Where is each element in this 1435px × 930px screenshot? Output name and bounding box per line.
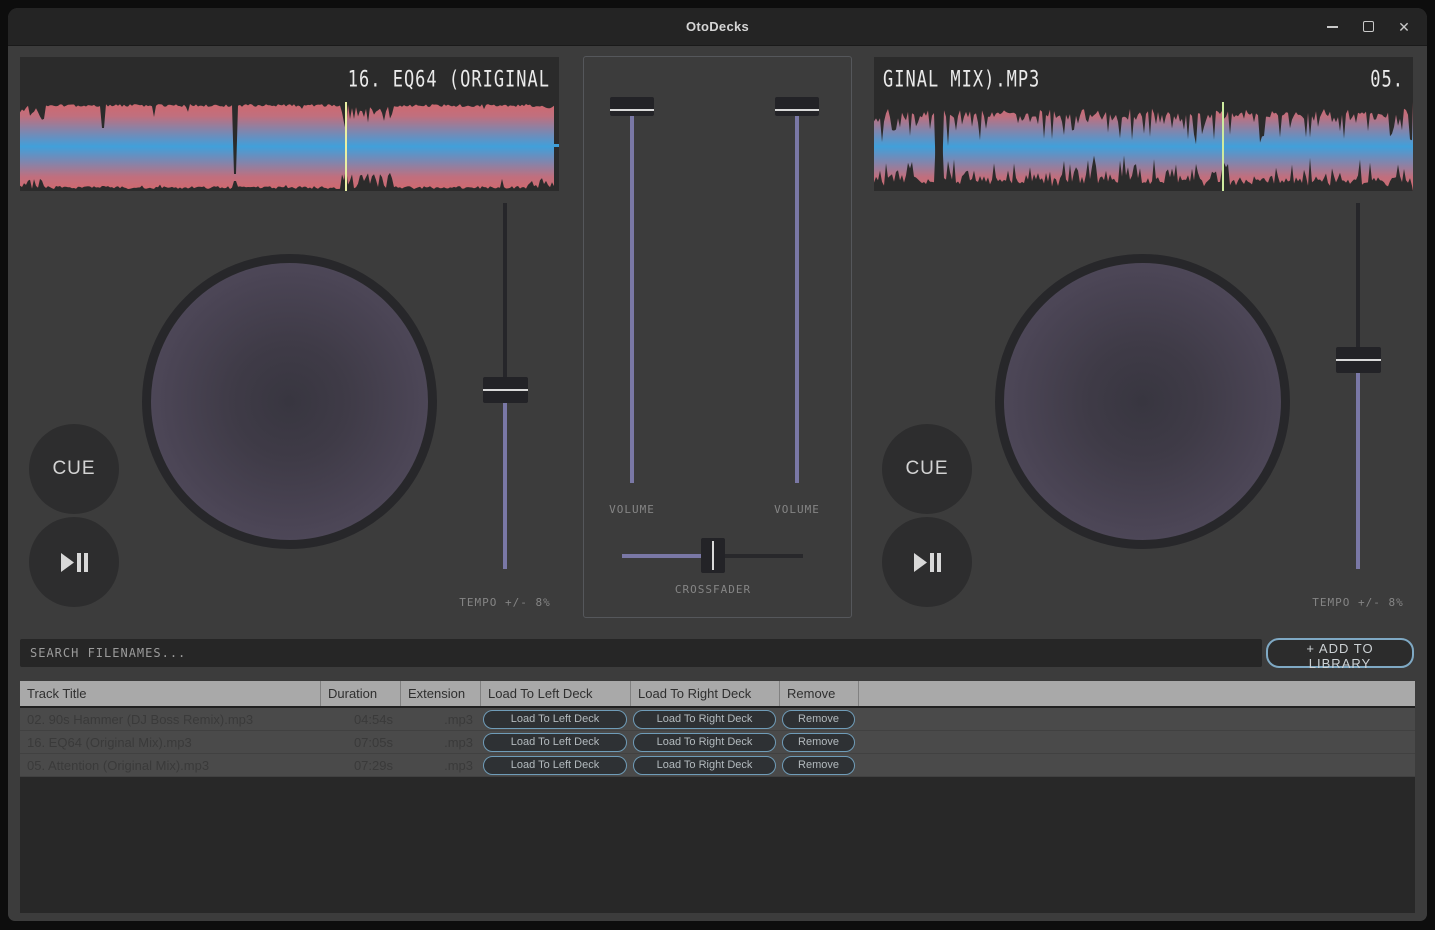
track-title-cell: 16. EQ64 (Original Mix).mp3 (20, 735, 320, 750)
titlebar[interactable]: OtoDecks ✕ (8, 8, 1427, 46)
right-deck-track-title-tail: 05. (1370, 67, 1404, 93)
right-cue-button[interactable]: CUE (882, 424, 972, 514)
mixer-panel (583, 56, 852, 618)
maximize-button[interactable] (1361, 20, 1375, 34)
right-tempo-label: TEMPO +/- 8% (1298, 596, 1418, 609)
crossfader-handle[interactable] (701, 538, 725, 573)
load-left-deck-button[interactable]: Load To Left Deck (483, 733, 627, 752)
track-extension-cell: .mp3 (400, 758, 480, 773)
load-right-deck-button-cell: Load To Right Deck (630, 710, 779, 729)
play-pause-icon (914, 553, 941, 572)
column-header[interactable]: Load To Left Deck (480, 681, 630, 706)
right-deck-playhead (1222, 102, 1224, 191)
library-table: Track TitleDurationExtensionLoad To Left… (20, 681, 1415, 913)
column-header[interactable]: Track Title (20, 681, 320, 706)
crossfader-fill (622, 554, 713, 558)
right-play-pause-button[interactable] (882, 517, 972, 607)
minimize-icon (1327, 26, 1338, 28)
load-left-deck-button-cell: Load To Left Deck (480, 733, 630, 752)
screen: OtoDecks ✕ 16. EQ64 (ORIGINAL (0, 0, 1435, 930)
crossfader-track[interactable] (713, 554, 803, 558)
left-volume-slider-handle[interactable] (610, 97, 654, 116)
column-header[interactable]: Extension (400, 681, 480, 706)
right-tempo-slider-fill (1356, 360, 1360, 569)
library-table-header: Track TitleDurationExtensionLoad To Left… (20, 681, 1415, 708)
play-pause-icon (61, 553, 88, 572)
left-play-pause-button[interactable] (29, 517, 119, 607)
app-window: OtoDecks ✕ 16. EQ64 (ORIGINAL (8, 8, 1427, 921)
remove-button-cell: Remove (779, 733, 858, 752)
remove-button-cell: Remove (779, 710, 858, 729)
right-waveform-graphic (874, 102, 1413, 191)
right-volume-slider-fill (795, 106, 799, 483)
left-tempo-slider-fill (503, 390, 507, 569)
column-header[interactable]: Duration (320, 681, 400, 706)
track-title-cell: 02. 90s Hammer (DJ Boss Remix).mp3 (20, 712, 320, 727)
column-header[interactable]: Remove (779, 681, 858, 706)
track-extension-cell: .mp3 (400, 735, 480, 750)
load-right-deck-button[interactable]: Load To Right Deck (633, 710, 776, 729)
left-cue-button[interactable]: CUE (29, 424, 119, 514)
column-header-filler (858, 681, 1415, 706)
window-title: OtoDecks (8, 8, 1427, 45)
right-deck-track-title: GINAL MIX).MP3 (883, 67, 1040, 93)
table-row[interactable]: 02. 90s Hammer (DJ Boss Remix).mp304:54s… (20, 708, 1415, 731)
column-header[interactable]: Load To Right Deck (630, 681, 779, 706)
load-right-deck-button-cell: Load To Right Deck (630, 756, 779, 775)
left-deck-title-row: 16. EQ64 (ORIGINAL (20, 57, 559, 102)
maximize-icon (1363, 21, 1374, 32)
search-input[interactable] (20, 639, 1262, 667)
left-waveform-endcap-tick (553, 144, 559, 147)
load-left-deck-button-cell: Load To Left Deck (480, 756, 630, 775)
load-right-deck-button-cell: Load To Right Deck (630, 733, 779, 752)
left-jog-wheel[interactable] (142, 254, 437, 549)
right-cue-label: CUE (905, 458, 948, 480)
right-tempo-slider-handle[interactable] (1336, 347, 1381, 373)
remove-button[interactable]: Remove (782, 733, 855, 752)
right-deck-waveform (874, 102, 1413, 191)
remove-button[interactable]: Remove (782, 710, 855, 729)
left-volume-slider-fill (630, 106, 634, 483)
left-waveform-graphic (20, 102, 554, 191)
right-deck-waveform-display: GINAL MIX).MP3 05. (874, 57, 1413, 191)
load-right-deck-button[interactable]: Load To Right Deck (633, 733, 776, 752)
left-deck-waveform (20, 102, 554, 191)
left-volume-label: VOLUME (582, 503, 682, 516)
track-duration-cell: 07:29s (320, 758, 400, 773)
right-deck-title-row: GINAL MIX).MP3 05. (874, 57, 1413, 102)
left-deck-waveform-display: 16. EQ64 (ORIGINAL (20, 57, 559, 191)
load-right-deck-button[interactable]: Load To Right Deck (633, 756, 776, 775)
left-cue-label: CUE (52, 458, 95, 480)
load-left-deck-button[interactable]: Load To Left Deck (483, 710, 627, 729)
track-duration-cell: 04:54s (320, 712, 400, 727)
crossfader-label: CROSSFADER (653, 583, 773, 596)
table-row[interactable]: 05. Attention (Original Mix).mp307:29s.m… (20, 754, 1415, 777)
track-title-cell: 05. Attention (Original Mix).mp3 (20, 758, 320, 773)
add-to-library-button[interactable]: + ADD TO LIBRARY (1266, 638, 1414, 668)
right-volume-slider-handle[interactable] (775, 97, 819, 116)
table-row[interactable]: 16. EQ64 (Original Mix).mp307:05s.mp3Loa… (20, 731, 1415, 754)
load-left-deck-button-cell: Load To Left Deck (480, 710, 630, 729)
track-extension-cell: .mp3 (400, 712, 480, 727)
remove-button[interactable]: Remove (782, 756, 855, 775)
main-content: 16. EQ64 (ORIGINAL CUE (8, 46, 1427, 921)
right-volume-label: VOLUME (747, 503, 847, 516)
remove-button-cell: Remove (779, 756, 858, 775)
left-deck-playhead (345, 102, 347, 191)
load-left-deck-button[interactable]: Load To Left Deck (483, 756, 627, 775)
track-duration-cell: 07:05s (320, 735, 400, 750)
left-deck-track-title: 16. EQ64 (ORIGINAL (348, 67, 550, 93)
left-tempo-label: TEMPO +/- 8% (445, 596, 565, 609)
left-tempo-slider-handle[interactable] (483, 377, 528, 403)
library-table-body: 02. 90s Hammer (DJ Boss Remix).mp304:54s… (20, 708, 1415, 777)
window-controls: ✕ (1325, 8, 1411, 45)
right-jog-wheel[interactable] (995, 254, 1290, 549)
close-button[interactable]: ✕ (1397, 20, 1411, 34)
minimize-button[interactable] (1325, 20, 1339, 34)
